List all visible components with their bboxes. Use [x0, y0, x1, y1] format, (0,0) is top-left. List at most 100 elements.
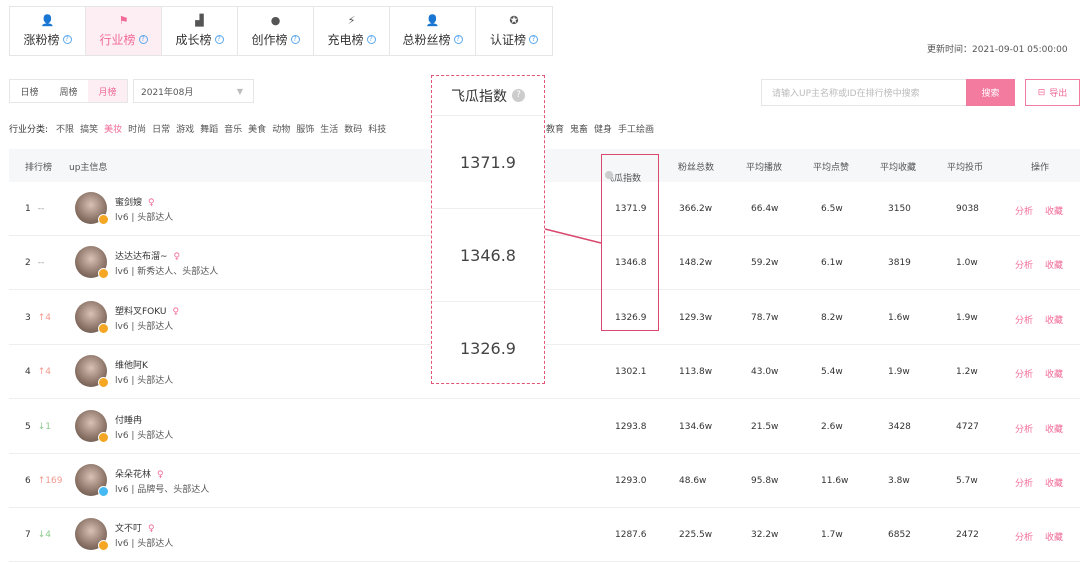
- header-play[interactable]: 平均播放: [746, 160, 782, 173]
- tab-label: 创作榜?: [251, 31, 300, 48]
- analyze-link[interactable]: 分析: [1015, 422, 1033, 435]
- analyze-link[interactable]: 分析: [1015, 530, 1033, 543]
- rank-value: 7: [25, 530, 31, 541]
- up-name[interactable]: 维他阿K: [115, 358, 148, 371]
- collect-link[interactable]: 收藏: [1045, 204, 1063, 217]
- cell-coin: 2472: [956, 530, 979, 541]
- category-item[interactable]: 科技: [368, 122, 386, 135]
- period-month-button[interactable]: 月榜: [88, 80, 127, 102]
- avatar[interactable]: [75, 300, 109, 334]
- cell-index: 1293.0: [615, 476, 647, 486]
- index-highlight-box: [601, 154, 659, 331]
- header-fav[interactable]: 平均收藏: [880, 160, 916, 173]
- rank-trend: --: [37, 204, 45, 214]
- tab-1[interactable]: ⚑ 行业榜?: [86, 7, 162, 55]
- analyze-link[interactable]: 分析: [1015, 313, 1033, 326]
- category-item[interactable]: 生活: [320, 122, 338, 135]
- collect-link[interactable]: 收藏: [1045, 258, 1063, 271]
- up-name-text: 朵朵花林: [115, 470, 152, 480]
- analyze-link[interactable]: 分析: [1015, 204, 1033, 217]
- period-day-button[interactable]: 日榜: [10, 80, 49, 102]
- up-name[interactable]: 达达达布溜~ ♀: [115, 249, 180, 262]
- up-name[interactable]: 塑料叉FOKU ♀: [115, 304, 179, 317]
- tab-0[interactable]: 👤 涨粉榜?: [10, 7, 86, 55]
- callout-value: 1326.9: [460, 339, 516, 358]
- collect-link[interactable]: 收藏: [1045, 476, 1063, 489]
- analyze-link[interactable]: 分析: [1015, 367, 1033, 380]
- category-item[interactable]: 鬼畜: [570, 122, 588, 135]
- avatar[interactable]: [75, 355, 109, 389]
- cell-like: 2.6w: [821, 421, 843, 432]
- rank-number: 4 ↑4: [25, 367, 51, 377]
- collect-link[interactable]: 收藏: [1045, 530, 1063, 543]
- up-name[interactable]: 朵朵花林 ♀: [115, 467, 164, 480]
- verified-badge-icon: [98, 268, 109, 280]
- avatar[interactable]: [75, 464, 109, 497]
- avatar[interactable]: [75, 192, 109, 225]
- search-input[interactable]: 请输入UP主名称或ID在排行榜中搜索: [761, 79, 967, 106]
- avatar[interactable]: [75, 246, 109, 280]
- category-item[interactable]: 数码: [344, 122, 362, 135]
- collect-link[interactable]: 收藏: [1045, 313, 1063, 326]
- tab-label: 行业榜?: [99, 31, 148, 48]
- verified-badge-icon: [98, 322, 109, 334]
- help-icon: ?: [62, 35, 72, 44]
- rank-trend: ↓4: [37, 530, 52, 541]
- avatar[interactable]: [75, 409, 109, 443]
- up-tags: lv6 | 新秀达人、头部达人: [115, 267, 219, 278]
- tab-6[interactable]: ✪ 认证榜?: [476, 7, 552, 55]
- cell-play: 43.0w: [751, 367, 779, 378]
- period-week-button[interactable]: 周榜: [49, 80, 88, 102]
- month-select[interactable]: 2021年08月 ▼: [133, 79, 254, 103]
- collect-link[interactable]: 收藏: [1045, 422, 1063, 435]
- rank-value: 3: [25, 312, 31, 323]
- up-name-text: 文不叮: [115, 524, 143, 535]
- tab-3[interactable]: ● 创作榜?: [238, 7, 314, 55]
- rank-number: 2 --: [25, 258, 44, 268]
- category-item[interactable]: 舞蹈: [200, 122, 218, 135]
- header-like[interactable]: 平均点赞: [813, 160, 849, 173]
- up-name[interactable]: 付睡冉: [115, 413, 142, 426]
- category-item[interactable]: 健身: [594, 122, 612, 135]
- tab-4[interactable]: ⚡ 充电榜?: [314, 7, 390, 55]
- tab-label: 涨粉榜?: [23, 31, 72, 48]
- export-button[interactable]: ⊟ 导出: [1025, 79, 1080, 106]
- tab-2[interactable]: ▟ 成长榜?: [162, 7, 238, 55]
- collect-link[interactable]: 收藏: [1045, 367, 1063, 380]
- category-item[interactable]: 美妆: [104, 122, 122, 135]
- analyze-link[interactable]: 分析: [1015, 258, 1033, 271]
- ranking-tabs: 👤 涨粉榜? ⚑ 行业榜? ▟ 成长榜? ● 创作榜? ⚡ 充电榜? 👤 总粉丝榜? ✪ 认证榜?: [9, 6, 553, 56]
- category-item[interactable]: 教育: [546, 122, 564, 135]
- category-item[interactable]: 音乐: [224, 122, 242, 135]
- category-item[interactable]: 手工绘画: [618, 122, 654, 135]
- up-name[interactable]: 蜜剑嫂 ♀: [115, 195, 155, 208]
- up-tags: lv6 | 头部达人: [115, 321, 174, 332]
- help-icon: ?: [453, 35, 463, 44]
- help-icon: ?: [290, 35, 300, 44]
- category-item[interactable]: 游戏: [176, 122, 194, 135]
- up-name-text: 蜜剑嫂: [115, 198, 143, 208]
- header-fans[interactable]: 粉丝总数: [678, 160, 714, 173]
- category-item[interactable]: 美食: [248, 122, 266, 135]
- category-item[interactable]: 动物: [272, 122, 290, 135]
- category-item[interactable]: 不限: [56, 122, 74, 135]
- cell-coin: 5.7w: [956, 476, 978, 486]
- up-name[interactable]: 文不叮 ♀: [115, 521, 155, 534]
- category-item[interactable]: 服饰: [296, 122, 314, 135]
- category-item[interactable]: 日常: [152, 122, 170, 135]
- cell-play: 95.8w: [751, 476, 779, 486]
- up-tags: lv6 | 头部达人: [115, 213, 174, 223]
- search-button[interactable]: 搜索: [966, 79, 1015, 106]
- rank-number: 6 ↑169: [25, 476, 62, 486]
- category-item[interactable]: 搞笑: [80, 122, 98, 135]
- growth-icon: ▟: [195, 14, 204, 27]
- category-list: 行业分类: 不限 搞笑 美妆 时尚 日常 游戏 舞蹈 音乐 美食 动物 服饰 生活 数码 科技: [9, 122, 392, 135]
- avatar[interactable]: [75, 518, 109, 552]
- header-coin[interactable]: 平均投币: [947, 160, 983, 173]
- index-callout: 飞瓜指数 ? 1371.9 1346.8 1326.9: [431, 75, 545, 384]
- category-item[interactable]: 时尚: [128, 122, 146, 135]
- cell-like: 11.6w: [821, 476, 849, 486]
- verified-badge-icon: [98, 486, 109, 497]
- analyze-link[interactable]: 分析: [1015, 476, 1033, 489]
- tab-5[interactable]: 👤 总粉丝榜?: [390, 7, 476, 55]
